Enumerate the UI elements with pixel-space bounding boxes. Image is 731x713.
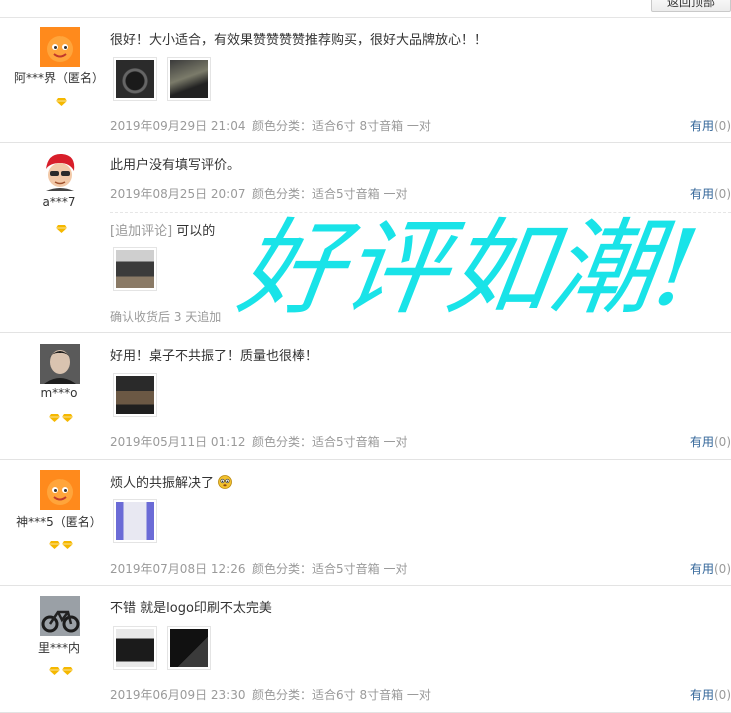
- append-text: 可以的: [176, 224, 216, 239]
- review-photo[interactable]: [113, 373, 157, 417]
- review-text: 烦人的共振解决了: [110, 472, 233, 491]
- useful-label[interactable]: 有用: [690, 688, 714, 702]
- sku-info: 颜色分类：适合5寸音箱 一对: [252, 187, 408, 201]
- append-divider: [110, 212, 731, 213]
- useful-label[interactable]: 有用: [690, 119, 714, 133]
- review-date: 2019年09月29日 21:04: [110, 119, 246, 133]
- review-item: 神***5（匿名） 烦人的共振解决了 2019年07月08日 12:26 颜色分类…: [0, 460, 731, 586]
- review-photo[interactable]: [113, 626, 157, 670]
- useful-count: (0): [714, 562, 731, 576]
- useful-count: (0): [714, 688, 731, 702]
- useful-label[interactable]: 有用: [690, 435, 714, 449]
- user-name: 阿***界（匿名）: [13, 71, 104, 85]
- review-text-body: 烦人的共振解决了: [110, 476, 215, 491]
- review-date: 2019年06月09日 23:30: [110, 688, 246, 702]
- user-name: m***o: [40, 386, 78, 400]
- useful-button[interactable]: 有用(0): [690, 117, 731, 134]
- append-note: 确认收货后 3 天追加: [110, 310, 222, 324]
- review-meta: 2019年09月29日 21:04 颜色分类：适合6寸 8寸音箱 一对: [110, 117, 431, 134]
- review-text: 很好！大小适合，有效果赞赞赞赞推荐购买，很好大品牌放心！！: [110, 33, 488, 48]
- avatar[interactable]: [40, 470, 80, 510]
- review-item: 阿***界（匿名） 很好！大小适合，有效果赞赞赞赞推荐购买，很好大品牌放心！！ …: [0, 18, 731, 143]
- review-photo[interactable]: [113, 247, 157, 291]
- review-photo[interactable]: [167, 626, 211, 670]
- useful-button[interactable]: 有用(0): [690, 433, 731, 450]
- review-date: 2019年08月25日 20:07: [110, 187, 246, 201]
- user-name: 神***5（匿名）: [16, 515, 102, 529]
- diamond-icon: [49, 541, 60, 549]
- review-date: 2019年07月08日 12:26: [110, 562, 246, 576]
- avatar[interactable]: [40, 596, 80, 636]
- useful-button[interactable]: 有用(0): [690, 686, 731, 703]
- diamond-icon: [62, 667, 73, 675]
- user-level: [0, 407, 122, 422]
- user-name: a***7: [42, 195, 76, 209]
- review-meta: 2019年05月11日 01:12 颜色分类：适合5寸音箱 一对: [110, 433, 407, 450]
- user-name: 里***内: [37, 641, 80, 655]
- review-item: 里***内 不错 就是logo印刷不太完美 2019年06月09日 23:30 颜…: [0, 586, 731, 713]
- diamond-icon: [55, 225, 67, 233]
- review-photo[interactable]: [167, 57, 211, 101]
- review-meta: 2019年08月25日 20:07 颜色分类：适合5寸音箱 一对: [110, 185, 407, 202]
- append-review: [追加评论] 可以的: [110, 220, 215, 239]
- user-level: [0, 534, 122, 549]
- back-to-top-button[interactable]: 返回顶部: [651, 0, 731, 12]
- diamond-icon: [49, 414, 60, 422]
- sku-info: 颜色分类：适合5寸音箱 一对: [252, 435, 408, 449]
- review-item: a***7 此用户没有填写评价。 2019年08月25日 20:07 颜色分类：适…: [0, 143, 731, 333]
- review-photo[interactable]: [113, 57, 157, 101]
- diamond-icon: [49, 667, 60, 675]
- review-date: 2019年05月11日 01:12: [110, 435, 246, 449]
- review-meta: 2019年06月09日 23:30 颜色分类：适合6寸 8寸音箱 一对: [110, 686, 431, 703]
- useful-button[interactable]: 有用(0): [690, 185, 731, 202]
- emoji-icon: [218, 475, 233, 489]
- useful-count: (0): [714, 435, 731, 449]
- avatar[interactable]: [40, 27, 80, 67]
- user-level: [0, 660, 122, 675]
- review-text: 不错 就是logo印刷不太完美: [110, 601, 272, 616]
- useful-label[interactable]: 有用: [690, 187, 714, 201]
- review-item: m***o 好用！桌子不共振了！质量也很棒！ 2019年05月11日 01:12…: [0, 333, 731, 460]
- top-bar: 返回顶部: [0, 0, 731, 18]
- useful-button[interactable]: 有用(0): [690, 560, 731, 577]
- sku-info: 颜色分类：适合6寸 8寸音箱 一对: [252, 688, 431, 702]
- diamond-icon: [62, 541, 73, 549]
- useful-count: (0): [714, 119, 731, 133]
- review-photo[interactable]: [113, 499, 157, 543]
- user-level: [0, 218, 122, 233]
- review-text: 好用！桌子不共振了！质量也很棒！: [110, 349, 319, 364]
- avatar[interactable]: [40, 344, 80, 384]
- sku-info: 颜色分类：适合5寸音箱 一对: [252, 562, 408, 576]
- sku-info: 颜色分类：适合6寸 8寸音箱 一对: [252, 119, 431, 133]
- useful-count: (0): [714, 187, 731, 201]
- diamond-icon: [62, 414, 73, 422]
- append-tag: [追加评论]: [110, 224, 173, 239]
- review-meta: 2019年07月08日 12:26 颜色分类：适合5寸音箱 一对: [110, 560, 407, 577]
- diamond-icon: [55, 98, 67, 106]
- review-text: 此用户没有填写评价。: [110, 158, 241, 173]
- useful-label[interactable]: 有用: [690, 562, 714, 576]
- user-level: [0, 91, 122, 106]
- avatar[interactable]: [40, 151, 80, 191]
